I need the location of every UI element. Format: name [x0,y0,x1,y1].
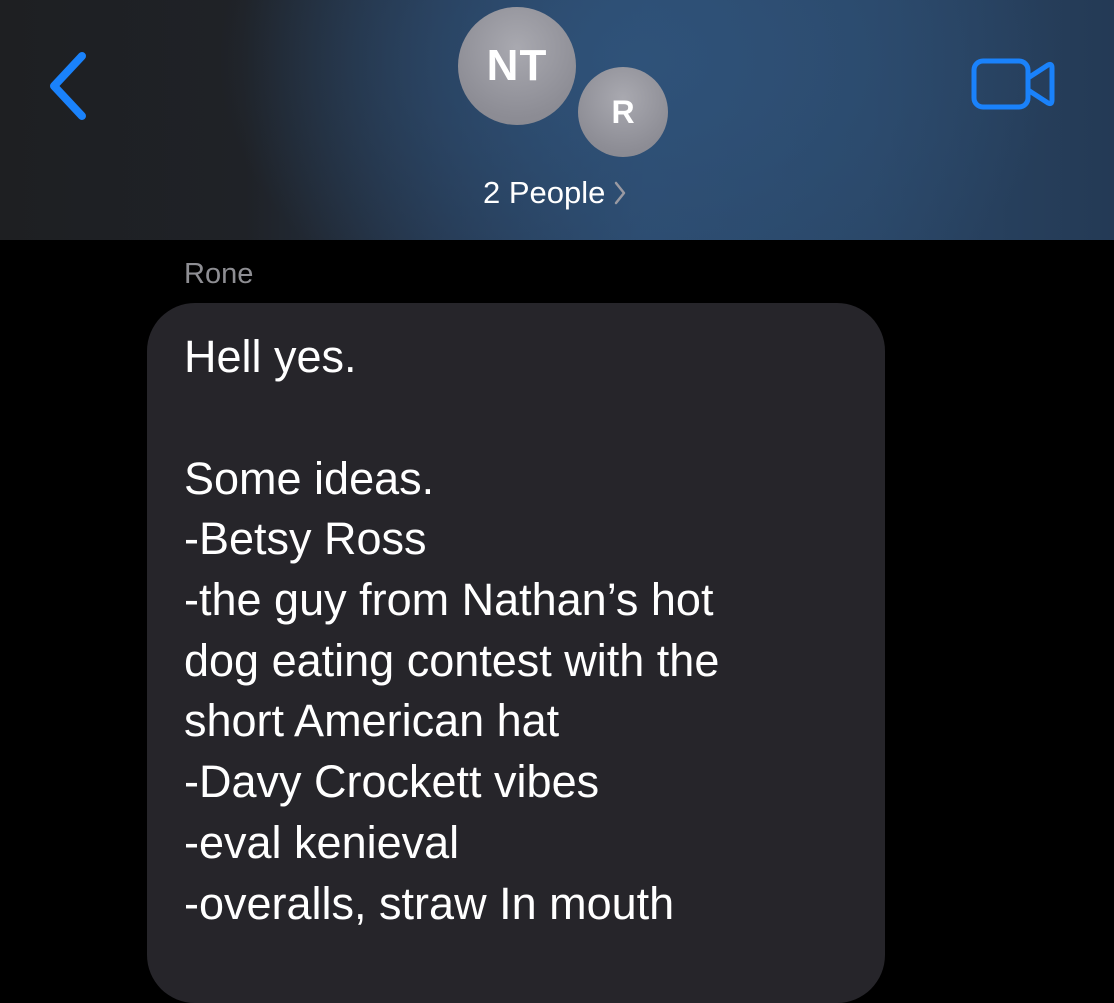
message-line: Hell yes. [184,331,357,382]
message-line: short American hat [184,695,560,746]
avatar-nt[interactable]: NT [458,7,576,125]
facetime-video-button[interactable] [968,55,1058,113]
avatar-initials: NT [486,41,548,90]
group-details-link[interactable]: 2 People [483,173,627,213]
message-line: dog eating contest with the [184,635,720,686]
chevron-left-icon [50,52,86,120]
message-line: -overalls, straw In mouth [184,878,675,929]
chevron-right-icon [615,181,626,205]
message-sender-name: Rone [184,258,254,290]
avatar-initials: R [611,93,635,130]
video-camera-icon [971,58,1055,110]
message-line: -eval kenieval [184,817,460,868]
message-line: -Betsy Ross [184,513,427,564]
avatar-r[interactable]: R [578,67,668,157]
conversation-header: NT R 2 People [0,0,1114,240]
group-member-count: 2 People [483,175,606,210]
message-line: -the guy from Nathan’s hot [184,574,714,625]
back-button[interactable] [42,48,98,124]
message-line: Some ideas. [184,453,435,504]
message-line: -Davy Crockett vibes [184,756,600,807]
